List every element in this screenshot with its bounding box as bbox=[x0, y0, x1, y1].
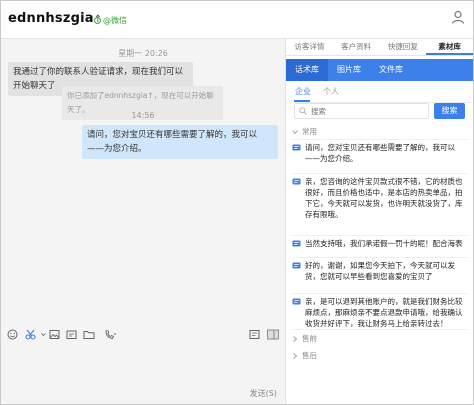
tab-personal[interactable]: 个人 bbox=[323, 86, 339, 97]
folder-icon[interactable] bbox=[83, 329, 96, 340]
search-input[interactable] bbox=[311, 105, 421, 117]
input-toolbar bbox=[1, 326, 285, 344]
search-button[interactable]: 搜索 bbox=[434, 103, 465, 119]
tab-quick-reply[interactable]: 快捷回复 bbox=[380, 39, 427, 55]
message-icon bbox=[292, 240, 301, 247]
search-icon bbox=[299, 107, 307, 115]
message-icon bbox=[292, 298, 301, 305]
outgoing-message: 请问，您对宝贝还有哪些需要了解的，我可以——为您介绍。 bbox=[82, 125, 278, 159]
message-icon bbox=[292, 178, 301, 185]
message-icon bbox=[292, 144, 301, 151]
tab-image-library[interactable]: 图片库 bbox=[328, 59, 370, 81]
chevron-right-icon bbox=[293, 352, 298, 359]
tab-script-library[interactable]: 话术库 bbox=[286, 59, 328, 81]
tab-enterprise[interactable]: 企业 bbox=[295, 86, 311, 97]
chevron-right-icon bbox=[293, 335, 298, 342]
tab-customer-profile[interactable]: 客户资料 bbox=[333, 39, 380, 55]
scope-tabs: 企业 个人 bbox=[286, 82, 473, 103]
phrase-item[interactable]: 亲，您咨询的这件宝贝款式很不错，它的材质也很好，而且价格也适中，是本店的热卖单品… bbox=[292, 173, 468, 232]
active-tab-indicator bbox=[294, 100, 310, 102]
message-icon bbox=[292, 262, 301, 269]
send-button[interactable]: 发送(S) bbox=[250, 388, 277, 399]
scissors-dropdown-icon[interactable] bbox=[41, 329, 46, 340]
phrase-item[interactable]: 请问，您对宝贝还有哪些需要了解的，我可以——为您介绍。 bbox=[292, 139, 468, 170]
chat-window: ednnhszgia↑ @微信 星期一 20:26 我通过了你的联系人验证请求，… bbox=[0, 0, 474, 405]
group-presales[interactable]: 售前 bbox=[292, 333, 317, 344]
wechat-channel-badge: @微信 bbox=[94, 15, 127, 26]
phone-icon[interactable] bbox=[104, 329, 117, 340]
search-box bbox=[294, 103, 429, 119]
side-panel: 访客详情 客户资料 快捷回复 素材库 话术库 图片库 文件库 企业 个人 搜索 … bbox=[286, 39, 473, 404]
message-time: 星期一 20:26 bbox=[118, 49, 168, 58]
screenshot-scissors-icon[interactable] bbox=[25, 329, 38, 340]
group-aftersales[interactable]: 售后 bbox=[292, 350, 317, 361]
tab-file-library[interactable]: 文件库 bbox=[370, 59, 412, 81]
chat-panel: 星期一 20:26 我通过了你的联系人验证请求，现在我们可以开始聊天了 你已添加… bbox=[1, 39, 286, 404]
phrase-item[interactable]: 好的，谢谢，如果您今天拍下，今天就可以发货，您就可以早些看到您喜爱的宝贝了 bbox=[292, 257, 468, 290]
user-profile-icon[interactable] bbox=[450, 9, 466, 25]
phrase-item[interactable]: 当然支持哦，我们承诺假一罚十的呢！配合海表情 bbox=[292, 235, 468, 254]
tab-material-library[interactable]: 素材库 bbox=[426, 39, 473, 55]
divider bbox=[292, 329, 468, 330]
layout-toggle-icon[interactable] bbox=[267, 329, 279, 340]
file-icon[interactable] bbox=[66, 329, 77, 340]
wechat-icon bbox=[94, 17, 101, 24]
message-record-icon[interactable] bbox=[249, 329, 260, 340]
message-input-area[interactable]: 发送(S) bbox=[1, 344, 285, 404]
message-time: 14:56 bbox=[131, 111, 155, 120]
image-icon[interactable] bbox=[49, 329, 60, 340]
library-tabs: 话术库 图片库 文件库 bbox=[286, 59, 473, 81]
group-common[interactable]: 常用 bbox=[292, 126, 317, 137]
emoji-icon[interactable] bbox=[7, 329, 18, 340]
title-bar: ednnhszgia↑ @微信 bbox=[1, 1, 473, 39]
tab-visitor-details[interactable]: 访客详情 bbox=[286, 39, 333, 55]
contact-name: ednnhszgia↑ bbox=[8, 11, 103, 26]
chevron-down-icon bbox=[292, 129, 298, 134]
side-panel-tabs: 访客详情 客户资料 快捷回复 素材库 bbox=[286, 39, 473, 56]
